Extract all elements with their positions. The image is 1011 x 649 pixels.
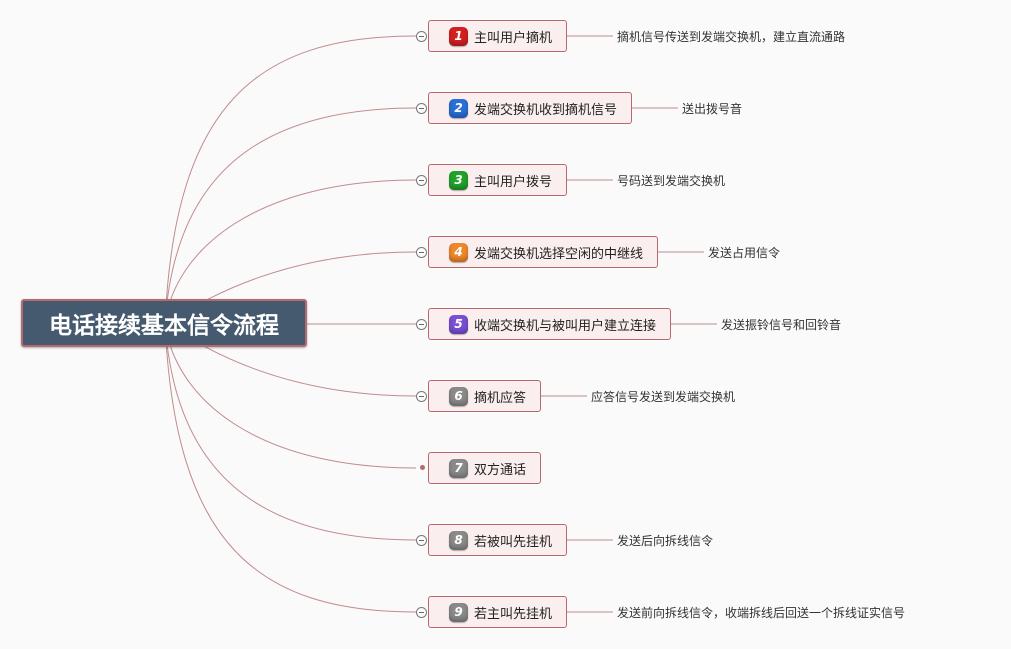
step-label: 若主叫先挂机 (474, 606, 553, 622)
branch-line (164, 107, 417, 324)
step-note: 发送前向拆线信令，收端拆线后回送一个拆线证实信号 (617, 606, 906, 620)
collapse-toggle-icon[interactable] (416, 535, 427, 546)
step-number-icon: 3 (449, 170, 468, 190)
step-number-icon: 5 (449, 314, 468, 334)
step-note: 发送占用信令 (708, 246, 781, 260)
step-number-icon: 4 (449, 242, 468, 262)
branch-line (164, 322, 417, 613)
step-note: 应答信号发送到发端交换机 (591, 390, 736, 404)
step-node-5[interactable]: 5 收端交换机与被叫用户建立连接 (428, 308, 672, 340)
step-number-icon: 9 (449, 602, 468, 622)
branch-line (164, 35, 417, 324)
step-node-9[interactable]: 9 若主叫先挂机 (428, 596, 568, 628)
step-node-2[interactable]: 2 发端交换机收到摘机信号 (428, 92, 633, 124)
step-node-4[interactable]: 4 发端交换机选择空闲的中继线 (428, 236, 659, 268)
step-note: 号码送到发端交换机 (617, 174, 726, 188)
step-node-7[interactable]: 7 双方通话 (428, 452, 542, 484)
collapse-toggle-icon[interactable] (416, 247, 427, 258)
step-note: 摘机信号传送到发端交换机，建立直流通路 (617, 30, 846, 44)
step-label: 发端交换机选择空闲的中继线 (474, 246, 644, 262)
step-number-icon: 8 (449, 530, 468, 550)
step-node-6[interactable]: 6 摘机应答 (428, 380, 542, 412)
step-number-icon: 7 (449, 458, 468, 478)
step-label: 若被叫先挂机 (474, 534, 553, 550)
root-topic[interactable]: 电话接续基本信令流程 (21, 299, 307, 347)
root-title: 电话接续基本信令流程 (49, 313, 279, 339)
step-number-icon: 6 (449, 386, 468, 406)
collapse-toggle-icon[interactable] (416, 319, 427, 330)
step-note: 发送振铃信号和回铃音 (721, 318, 842, 332)
collapse-toggle-icon[interactable] (416, 31, 427, 42)
step-note: 发送后向拆线信令 (617, 534, 714, 548)
step-label: 主叫用户拨号 (474, 174, 553, 190)
step-number-icon: 1 (449, 26, 468, 46)
collapse-toggle-icon[interactable] (416, 175, 427, 186)
step-label: 主叫用户摘机 (474, 30, 553, 46)
step-label: 收端交换机与被叫用户建立连接 (474, 318, 657, 334)
collapse-toggle-icon[interactable] (416, 391, 427, 402)
collapse-toggle-icon[interactable] (416, 607, 427, 618)
collapse-toggle-icon[interactable] (416, 103, 427, 114)
step-node-1[interactable]: 1 主叫用户摘机 (428, 20, 568, 52)
connector-dot-icon (420, 465, 425, 470)
step-note: 送出拨号音 (682, 102, 743, 116)
step-node-8[interactable]: 8 若被叫先挂机 (428, 524, 568, 556)
step-label: 双方通话 (474, 462, 527, 478)
step-label: 摘机应答 (474, 390, 527, 406)
step-node-3[interactable]: 3 主叫用户拨号 (428, 164, 568, 196)
step-label: 发端交换机收到摘机信号 (474, 102, 618, 118)
branch-line (164, 322, 417, 541)
step-number-icon: 2 (449, 98, 468, 118)
